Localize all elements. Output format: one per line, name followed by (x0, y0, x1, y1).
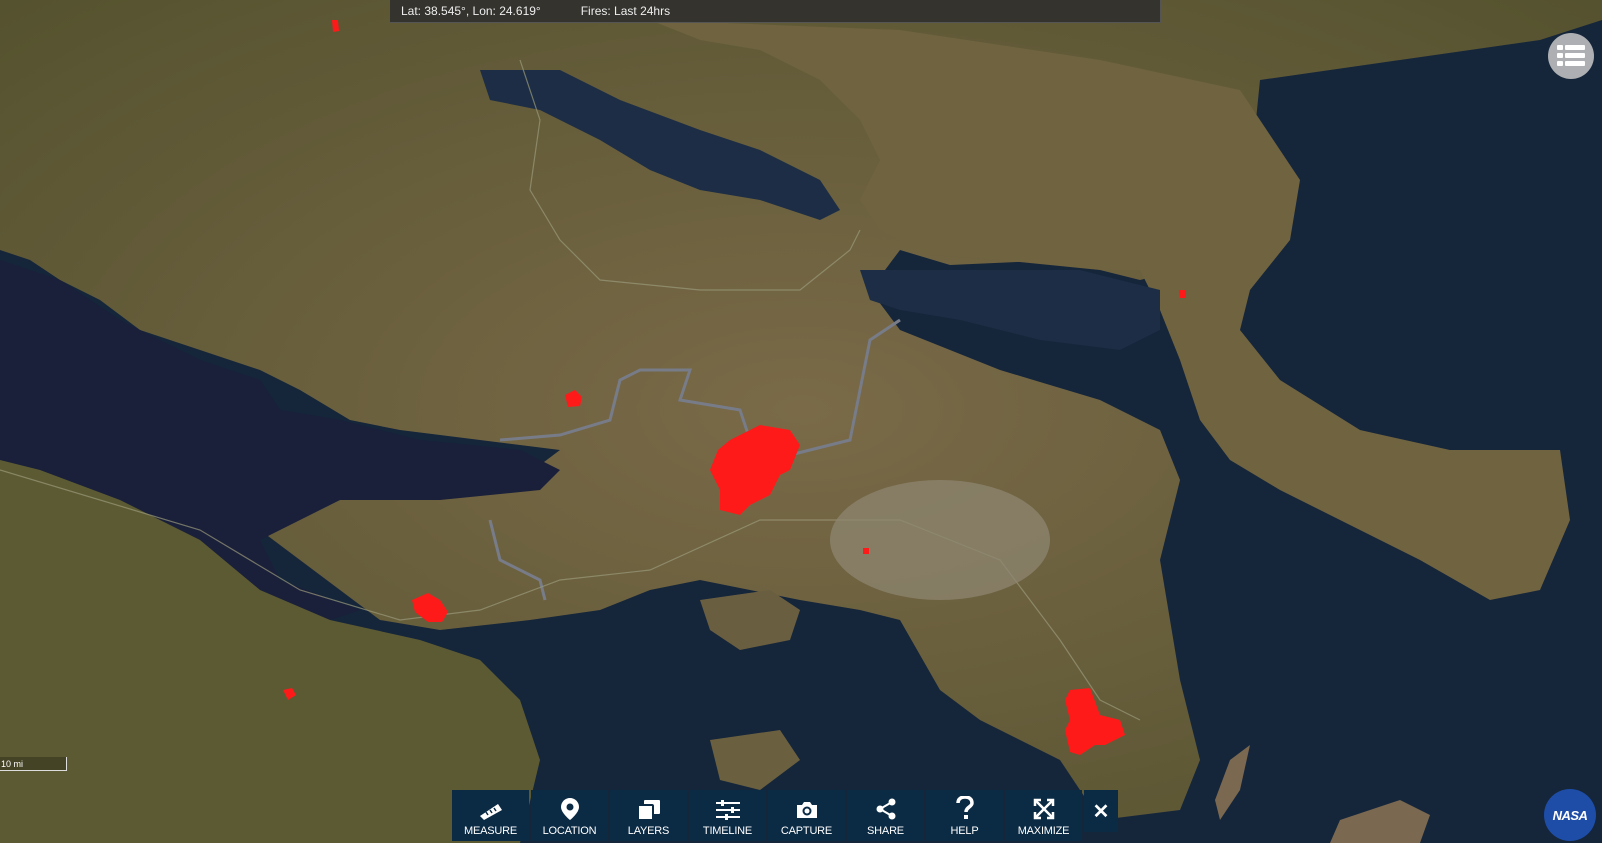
share-icon (876, 798, 895, 820)
camera-icon (796, 802, 817, 818)
scale-bar-label: 10 mi (1, 759, 24, 769)
share-label: SHARE (867, 825, 904, 837)
help-icon (955, 796, 974, 819)
fire-perimeter (1179, 290, 1186, 298)
layers-icon (637, 800, 660, 820)
nasa-logo[interactable]: NASA (1544, 789, 1596, 841)
measure-button[interactable]: MEASURE (452, 790, 529, 841)
coordinates-readout: Lat: 38.545°, Lon: 24.619° (401, 4, 541, 18)
sliders-icon (715, 800, 740, 820)
timeline-button[interactable]: TIMELINE (689, 790, 766, 841)
capture-label: CAPTURE (780, 825, 833, 837)
close-toolbar-button[interactable]: ✕ (1084, 790, 1118, 832)
help-button[interactable]: HELP (926, 790, 1003, 841)
layers-label: LAYERS (627, 825, 670, 837)
layer-list-button[interactable] (1548, 33, 1594, 79)
fire-perimeter (863, 548, 869, 554)
timeline-label: TIMELINE (702, 825, 753, 837)
nasa-logo-text: NASA (1552, 807, 1588, 823)
maximize-label: MAXIMIZE (1017, 825, 1070, 837)
share-button[interactable]: SHARE (847, 790, 924, 841)
help-label: HELP (950, 825, 979, 837)
fire-perimeter (332, 20, 339, 32)
location-button[interactable]: LOCATION (531, 790, 608, 841)
bottom-toolbar: MEASURE LOCATION LAYERS TIMELINE CAPTURE… (452, 790, 1118, 841)
location-label: LOCATION (542, 825, 597, 837)
close-icon: ✕ (1092, 800, 1110, 823)
expand-icon (1033, 798, 1054, 820)
map-pin-icon (560, 798, 579, 820)
ruler-icon (479, 804, 502, 820)
satellite-map[interactable] (0, 0, 1602, 843)
scale-bar: 10 mi (0, 757, 67, 771)
athens-urban-area (830, 480, 1050, 600)
list-icon (1557, 45, 1585, 66)
layers-button[interactable]: LAYERS (610, 790, 687, 841)
maximize-button[interactable]: MAXIMIZE (1005, 790, 1082, 841)
capture-button[interactable]: CAPTURE (768, 790, 845, 841)
measure-label: MEASURE (464, 825, 517, 837)
fires-time-filter: Fires: Last 24hrs (580, 4, 671, 18)
coordinate-infobar: Lat: 38.545°, Lon: 24.619° Fires: Last 2… (389, 0, 1161, 23)
